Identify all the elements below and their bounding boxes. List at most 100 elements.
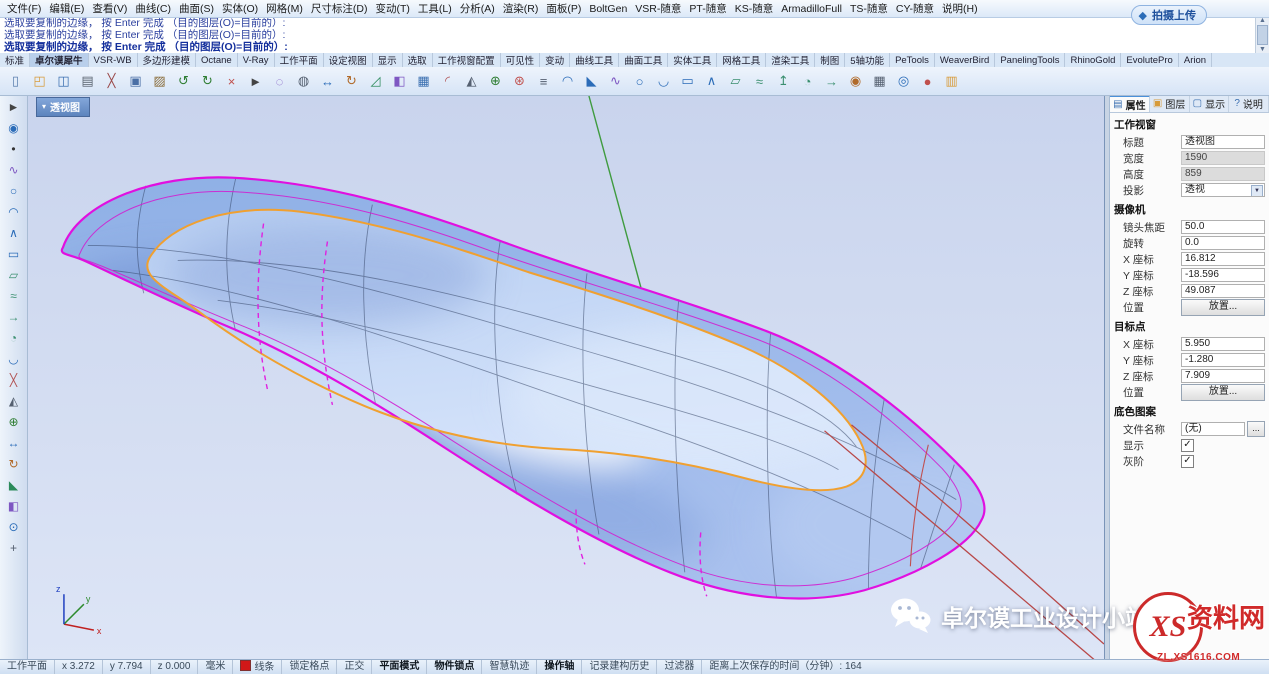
- menu-boltgen[interactable]: BoltGen: [585, 2, 631, 16]
- toggle-grid-snap[interactable]: 锁定格点: [282, 660, 337, 674]
- tab-transform[interactable]: 变动: [540, 53, 570, 67]
- tab-surface-tools[interactable]: 曲面工具: [619, 53, 668, 67]
- toggle-history[interactable]: 记录建构历史: [582, 660, 657, 674]
- tab-zhuoermo[interactable]: 卓尔谟犀牛: [30, 53, 89, 67]
- tab-curve-tools[interactable]: 曲线工具: [570, 53, 619, 67]
- fillet-icon[interactable]: ◡: [2, 349, 25, 369]
- tab-solid-tools[interactable]: 实体工具: [668, 53, 717, 67]
- rectangle-icon[interactable]: ▭: [2, 244, 25, 264]
- control-points-icon[interactable]: ◉: [2, 118, 25, 138]
- toggle-ortho[interactable]: 正交: [337, 660, 372, 674]
- tab-visibility[interactable]: 可见性: [501, 53, 541, 67]
- camera-x-field[interactable]: 16.812: [1181, 252, 1265, 266]
- menu-ks[interactable]: KS-随意: [731, 0, 778, 17]
- revolve-icon[interactable]: ◔: [796, 70, 819, 93]
- scroll-up-icon[interactable]: ▲: [1259, 17, 1266, 24]
- undo-icon[interactable]: ↺: [172, 70, 195, 93]
- menu-analyze[interactable]: 分析(A): [456, 0, 499, 17]
- arc-icon[interactable]: ◡: [652, 70, 675, 93]
- viewport-perspective[interactable]: x y z ▾ 透视图: [27, 95, 1105, 660]
- viewport-tab[interactable]: ▾ 透视图: [36, 97, 90, 117]
- menu-help[interactable]: 说明(H): [938, 0, 982, 17]
- split-icon[interactable]: ◭: [460, 70, 483, 93]
- tab-panelingtools[interactable]: PanelingTools: [995, 53, 1065, 67]
- tab-mesh-tools[interactable]: 网格工具: [717, 53, 766, 67]
- open-file-icon[interactable]: ◰: [28, 70, 51, 93]
- cut-icon[interactable]: ╳: [100, 70, 123, 93]
- split-icon[interactable]: ◭: [2, 391, 25, 411]
- menu-solid[interactable]: 实体(O): [218, 0, 262, 17]
- command-scrollbar[interactable]: ▲ ▼: [1255, 17, 1269, 53]
- print-icon[interactable]: ▤: [76, 70, 99, 93]
- camera-y-field[interactable]: -18.596: [1181, 268, 1265, 282]
- chevron-down-icon[interactable]: ▼: [1251, 185, 1263, 197]
- panel-tab-help[interactable]: ? 说明: [1229, 95, 1269, 112]
- fillet-icon[interactable]: ◠: [556, 70, 579, 93]
- trim-icon[interactable]: ◜: [436, 70, 459, 93]
- loft-icon[interactable]: ≈: [2, 286, 25, 306]
- tab-petools[interactable]: PeTools: [890, 53, 935, 67]
- layers-icon[interactable]: ▥: [940, 70, 963, 93]
- panel-tab-properties[interactable]: ▤ 属性: [1110, 95, 1150, 112]
- point-icon[interactable]: •: [2, 139, 25, 159]
- menu-edit[interactable]: 编辑(E): [45, 0, 88, 17]
- move-icon[interactable]: ↔: [316, 70, 339, 93]
- scroll-down-icon[interactable]: ▼: [1259, 46, 1266, 53]
- menu-vsr[interactable]: VSR-随意: [631, 0, 685, 17]
- explode-icon[interactable]: ⊛: [508, 70, 531, 93]
- tab-drafting[interactable]: 制图: [815, 53, 845, 67]
- tab-render-tools[interactable]: 渲染工具: [766, 53, 815, 67]
- tab-arion[interactable]: Arion: [1179, 53, 1212, 67]
- new-file-icon[interactable]: ▯: [4, 70, 27, 93]
- panel-tab-display[interactable]: ▢ 显示: [1190, 95, 1230, 112]
- toggle-osnap[interactable]: 物件锁点: [427, 660, 482, 674]
- polyline-icon[interactable]: ∧: [2, 223, 25, 243]
- hide-icon[interactable]: ◍: [292, 70, 315, 93]
- scroll-thumb[interactable]: [1257, 25, 1268, 45]
- tab-octane[interactable]: Octane: [196, 53, 238, 67]
- paste-icon[interactable]: ▨: [148, 70, 171, 93]
- menu-pt[interactable]: PT-随意: [685, 0, 730, 17]
- analyze-icon[interactable]: ◎: [892, 70, 915, 93]
- save-icon[interactable]: ◫: [52, 70, 75, 93]
- tab-display[interactable]: 显示: [373, 53, 403, 67]
- tab-standard[interactable]: 标准: [0, 53, 30, 67]
- join-icon[interactable]: ⊕: [2, 412, 25, 432]
- tab-5axis[interactable]: 5轴功能: [845, 53, 890, 67]
- pan-icon[interactable]: +: [2, 538, 25, 558]
- tab-vray[interactable]: V-Ray: [238, 53, 275, 67]
- show-checkbox[interactable]: ✓: [1181, 439, 1194, 452]
- menu-panels[interactable]: 面板(P): [542, 0, 585, 17]
- menu-mesh[interactable]: 网格(M): [262, 0, 307, 17]
- freeform-curve-icon[interactable]: ∿: [2, 160, 25, 180]
- select-arrow-icon[interactable]: ►: [2, 97, 25, 117]
- menu-armadillofull[interactable]: ArmadilloFull: [777, 2, 846, 16]
- curve-icon[interactable]: ∿: [604, 70, 627, 93]
- join-icon[interactable]: ⊕: [484, 70, 507, 93]
- trim-icon[interactable]: ╳: [2, 370, 25, 390]
- scale-icon[interactable]: ◿: [364, 70, 387, 93]
- render-icon[interactable]: ●: [916, 70, 939, 93]
- menu-curve[interactable]: 曲线(C): [131, 0, 175, 17]
- tab-select[interactable]: 选取: [403, 53, 433, 67]
- tab-rhinogold[interactable]: RhinoGold: [1065, 53, 1121, 67]
- menu-ts[interactable]: TS-随意: [846, 0, 892, 17]
- mirror-icon[interactable]: ◧: [2, 496, 25, 516]
- browse-button[interactable]: ...: [1247, 421, 1265, 437]
- menu-file[interactable]: 文件(F): [3, 0, 45, 17]
- lasso-icon[interactable]: ◌: [268, 70, 291, 93]
- redo-icon[interactable]: ↻: [196, 70, 219, 93]
- offset-icon[interactable]: ≡: [532, 70, 555, 93]
- array-icon[interactable]: ▦: [412, 70, 435, 93]
- projection-dropdown[interactable]: 透视 ▼: [1181, 183, 1265, 197]
- menu-view[interactable]: 查看(V): [88, 0, 131, 17]
- cplane-menu-button[interactable]: 工作平面: [0, 660, 55, 674]
- circle-icon[interactable]: ○: [2, 181, 25, 201]
- move-icon[interactable]: ↔: [2, 433, 25, 453]
- tab-viewport-layout[interactable]: 工作视窗配置: [433, 53, 501, 67]
- toggle-gumball[interactable]: 操作轴: [537, 660, 582, 674]
- zoom-icon[interactable]: ⊙: [2, 517, 25, 537]
- revolve-icon[interactable]: ◔: [2, 328, 25, 348]
- panel-tab-layers[interactable]: ▣ 图层: [1150, 95, 1190, 112]
- menu-tools[interactable]: 工具(L): [414, 0, 456, 17]
